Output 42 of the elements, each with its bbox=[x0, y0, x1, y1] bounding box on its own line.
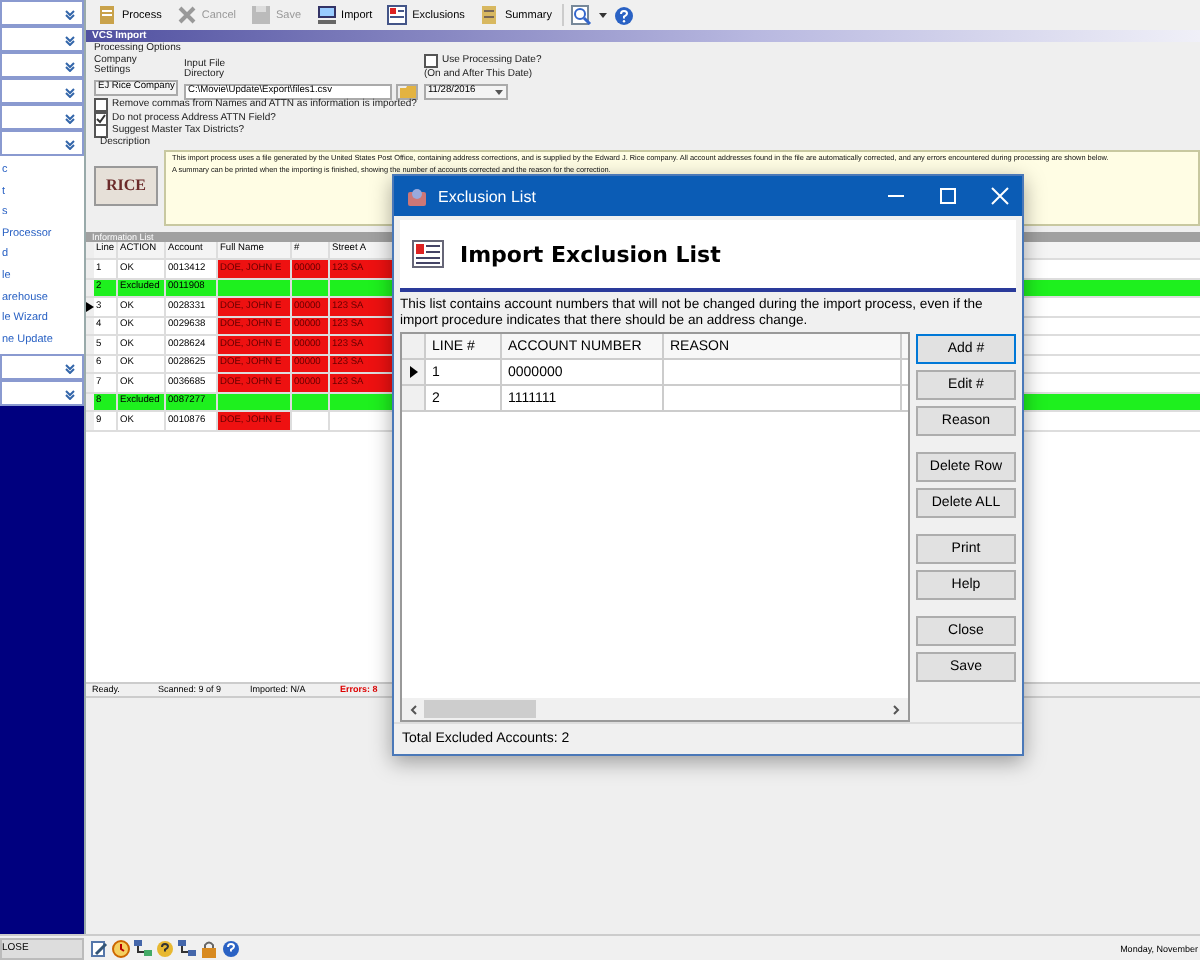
chevron-icon bbox=[64, 387, 76, 400]
row-header-cell[interactable] bbox=[402, 386, 426, 410]
help-icon[interactable] bbox=[222, 939, 240, 958]
row-pointer-icon bbox=[409, 366, 417, 378]
lock-icon[interactable] bbox=[200, 939, 218, 958]
network-icon[interactable] bbox=[178, 939, 196, 958]
cross-icon bbox=[175, 4, 198, 26]
dropdown-arrow-icon bbox=[494, 87, 504, 95]
dialog-heading: Import Exclusion List bbox=[460, 241, 721, 267]
question-icon[interactable] bbox=[156, 939, 174, 958]
help-icon[interactable] bbox=[613, 5, 634, 25]
network-icon[interactable] bbox=[134, 939, 152, 958]
computer-icon bbox=[315, 4, 338, 26]
chevron-icon bbox=[64, 59, 76, 71]
chevron-icon bbox=[64, 7, 76, 19]
horizontal-scrollbar[interactable] bbox=[402, 698, 908, 720]
scroll-left-icon[interactable] bbox=[408, 703, 420, 715]
chevron-icon bbox=[64, 111, 76, 123]
chevron-icon bbox=[64, 137, 76, 149]
document-icon bbox=[478, 4, 501, 26]
row-pointer-icon bbox=[86, 301, 94, 312]
dialog-title: Exclusion List bbox=[438, 187, 538, 205]
sidebar-section[interactable] bbox=[0, 380, 84, 407]
clock-icon[interactable] bbox=[112, 939, 130, 958]
close-icon[interactable] bbox=[990, 186, 1010, 206]
list-icon bbox=[386, 4, 409, 26]
maximize-icon[interactable] bbox=[938, 186, 958, 206]
app-icon bbox=[406, 185, 428, 207]
scrollbar-thumb[interactable] bbox=[424, 700, 536, 718]
company-logo: RICE bbox=[94, 165, 158, 205]
search-icon[interactable] bbox=[569, 4, 592, 26]
pencil-icon[interactable] bbox=[90, 939, 108, 958]
dropdown-arrow-icon[interactable] bbox=[597, 10, 608, 20]
folder-icon bbox=[399, 85, 415, 97]
row-header-cell[interactable] bbox=[402, 360, 426, 384]
scroll-right-icon[interactable] bbox=[890, 703, 902, 715]
chevron-icon bbox=[64, 361, 76, 374]
document-icon bbox=[96, 4, 118, 26]
checkmark-icon bbox=[96, 113, 106, 124]
chevron-icon bbox=[64, 33, 76, 45]
chevron-icon bbox=[64, 85, 76, 97]
list-icon bbox=[412, 240, 444, 268]
